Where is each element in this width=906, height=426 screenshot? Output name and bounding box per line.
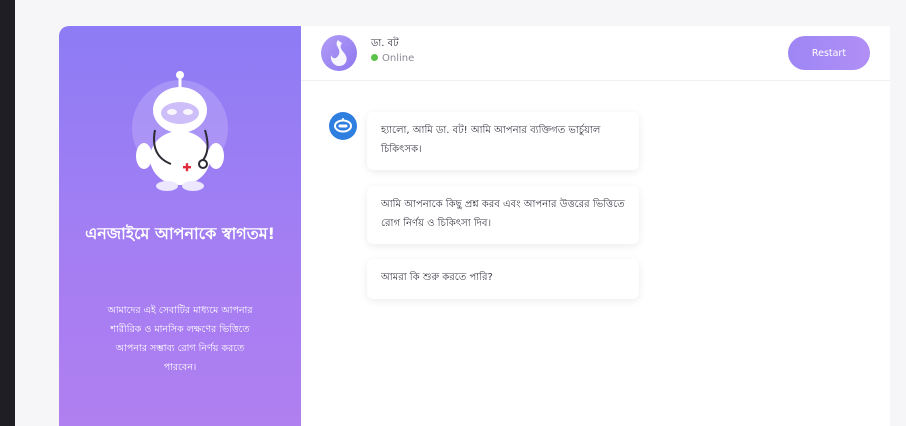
welcome-panel: এনজাইমে আপনাকে স্বাগতম! আমাদের এই সেবাটি…: [59, 26, 301, 426]
left-edge-strip: [0, 0, 15, 426]
chat-panel: ডা. বট Online Restart হ্যালো, আমি ডা. বট…: [301, 26, 890, 426]
bot-message: আমরা কি শুরু করতে পারি?: [367, 259, 639, 299]
welcome-description: আমাদের এই সেবাটির মাধ্যমে আপনার শারীরিক …: [107, 305, 253, 373]
online-dot-icon: [371, 54, 378, 61]
chat-bot-icon: [334, 118, 352, 133]
bot-message: হ্যালো, আমি ডা. বট! আমি আপনার ব্যক্তিগত …: [367, 112, 639, 170]
online-status: Online: [371, 53, 414, 64]
bot-message: আমি আপনাকে কিছু প্রশ্ন করব এবং আপনার উত্…: [367, 186, 639, 244]
bot-logo-icon: [330, 40, 347, 66]
chat-header: ডা. বট Online Restart: [301, 26, 890, 81]
welcome-title: এনজাইমে আপনাকে স্বাগতম!: [85, 224, 275, 243]
bot-avatar: [321, 35, 357, 71]
robot-doctor-icon: [136, 71, 224, 191]
status-label: Online: [382, 53, 415, 64]
bot-badge: [329, 112, 357, 140]
bot-name: ডা. বট: [371, 38, 399, 49]
restart-button[interactable]: Restart: [788, 36, 870, 70]
